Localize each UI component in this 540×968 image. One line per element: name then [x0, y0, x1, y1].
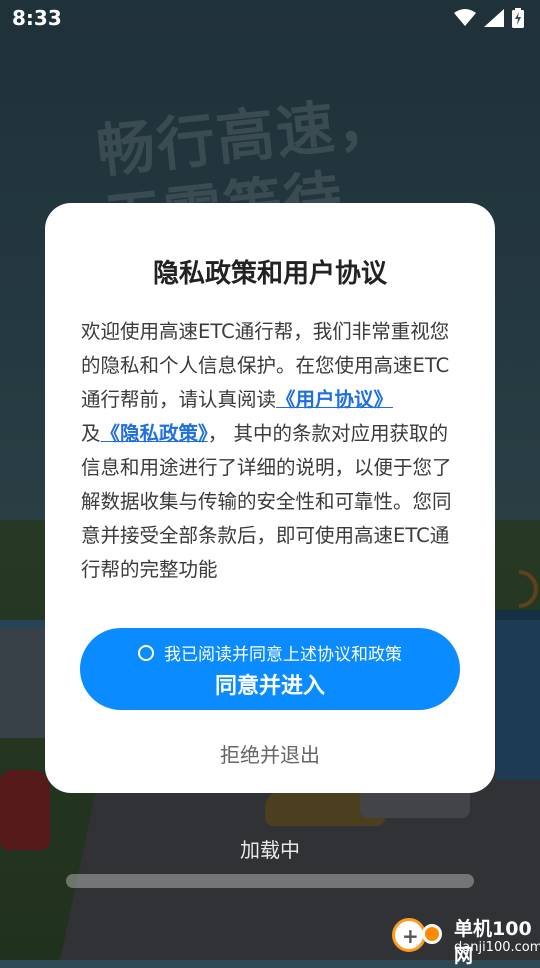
dialog-body: 欢迎使用高速ETC通行帮，我们非常重视您的隐私和个人信息保护。在您使用高速ETC…: [81, 315, 465, 587]
privacy-dialog: 隐私政策和用户协议 欢迎使用高速ETC通行帮，我们非常重视您的隐私和个人信息保护…: [45, 203, 495, 793]
body-rest: ， 其中的条款对应用获取的信息和用途进行了详细的说明，以便于您了解数据收集与传输…: [81, 422, 452, 581]
wifi-icon: [454, 9, 476, 26]
agree-button[interactable]: 我已阅读并同意上述协议和政策 同意并进入: [80, 628, 460, 710]
signal-icon: [484, 9, 504, 27]
body-intro: 欢迎使用高速ETC通行帮，我们非常重视您的隐私和个人信息保护。在您使用高速ETC…: [81, 320, 450, 411]
watermark-logo: +: [392, 918, 426, 952]
dialog-title: 隐私政策和用户协议: [152, 259, 387, 289]
watermark: + 单机100网 danji100.com: [392, 914, 540, 967]
privacy-policy-link[interactable]: 《隐私政策》: [101, 422, 208, 445]
battery-charging-icon: [512, 8, 524, 28]
user-agreement-link[interactable]: 《用户协议》: [276, 388, 393, 411]
agree-button-label: 同意并进入: [214, 674, 325, 699]
status-bar: 8:33: [0, 0, 540, 36]
status-icons: [454, 8, 524, 28]
agree-checkbox-row[interactable]: 我已阅读并同意上述协议和政策: [80, 640, 460, 665]
loading-progress-bar: [66, 874, 474, 888]
watermark-orange-dot-icon: [422, 924, 442, 944]
reject-button[interactable]: 拒绝并退出: [45, 739, 495, 768]
agree-radio-icon[interactable]: [138, 644, 154, 661]
and-text: 及: [81, 422, 101, 445]
watermark-url: danji100.com: [454, 940, 540, 955]
status-time: 8:33: [12, 6, 62, 30]
loading-label: 加载中: [240, 838, 300, 862]
agree-checkbox-label: 我已阅读并同意上述协议和政策: [164, 645, 402, 665]
